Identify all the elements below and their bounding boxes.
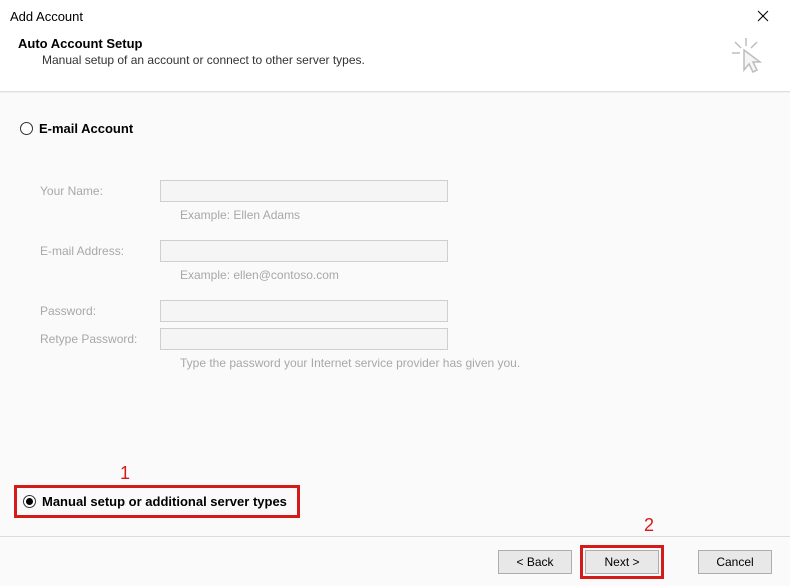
window-title: Add Account (10, 9, 83, 24)
row-email: E-mail Address: (40, 240, 770, 262)
label-retype-password: Retype Password: (40, 332, 160, 346)
close-icon[interactable] (748, 5, 778, 27)
input-retype-password (160, 328, 448, 350)
cursor-icon (732, 38, 766, 79)
hint-your-name: Example: Ellen Adams (180, 208, 770, 222)
highlight-box-2: Next > (580, 545, 664, 579)
header-title: Auto Account Setup (18, 36, 365, 51)
next-button[interactable]: Next > (585, 550, 659, 574)
radio-icon (20, 122, 33, 135)
radio-email-account[interactable]: E-mail Account (20, 121, 770, 136)
manual-radio-container: Manual setup or additional server types (14, 485, 300, 518)
form-area: Your Name: Example: Ellen Adams E-mail A… (40, 180, 770, 370)
row-retype-password: Retype Password: (40, 328, 770, 350)
input-password (160, 300, 448, 322)
titlebar: Add Account (0, 0, 790, 30)
input-your-name (160, 180, 448, 202)
annotation-1: 1 (120, 463, 130, 484)
label-password: Password: (40, 304, 160, 318)
header-text: Auto Account Setup Manual setup of an ac… (18, 36, 365, 67)
label-email: E-mail Address: (40, 244, 160, 258)
highlight-box-1: Manual setup or additional server types (14, 485, 300, 518)
back-button[interactable]: < Back (498, 550, 572, 574)
hint-password: Type the password your Internet service … (180, 356, 770, 370)
radio-manual-label: Manual setup or additional server types (42, 494, 287, 509)
hint-email: Example: ellen@contoso.com (180, 268, 770, 282)
cancel-button[interactable]: Cancel (698, 550, 772, 574)
input-email (160, 240, 448, 262)
header: Auto Account Setup Manual setup of an ac… (0, 30, 790, 92)
dialog-body: E-mail Account Your Name: Example: Ellen… (0, 92, 790, 536)
radio-email-label: E-mail Account (39, 121, 133, 136)
label-your-name: Your Name: (40, 184, 160, 198)
header-subtitle: Manual setup of an account or connect to… (42, 53, 365, 67)
row-your-name: Your Name: (40, 180, 770, 202)
annotation-2: 2 (644, 515, 654, 536)
footer: 2 < Back Next > Cancel (0, 536, 790, 586)
radio-manual[interactable] (23, 495, 36, 508)
row-password: Password: (40, 300, 770, 322)
